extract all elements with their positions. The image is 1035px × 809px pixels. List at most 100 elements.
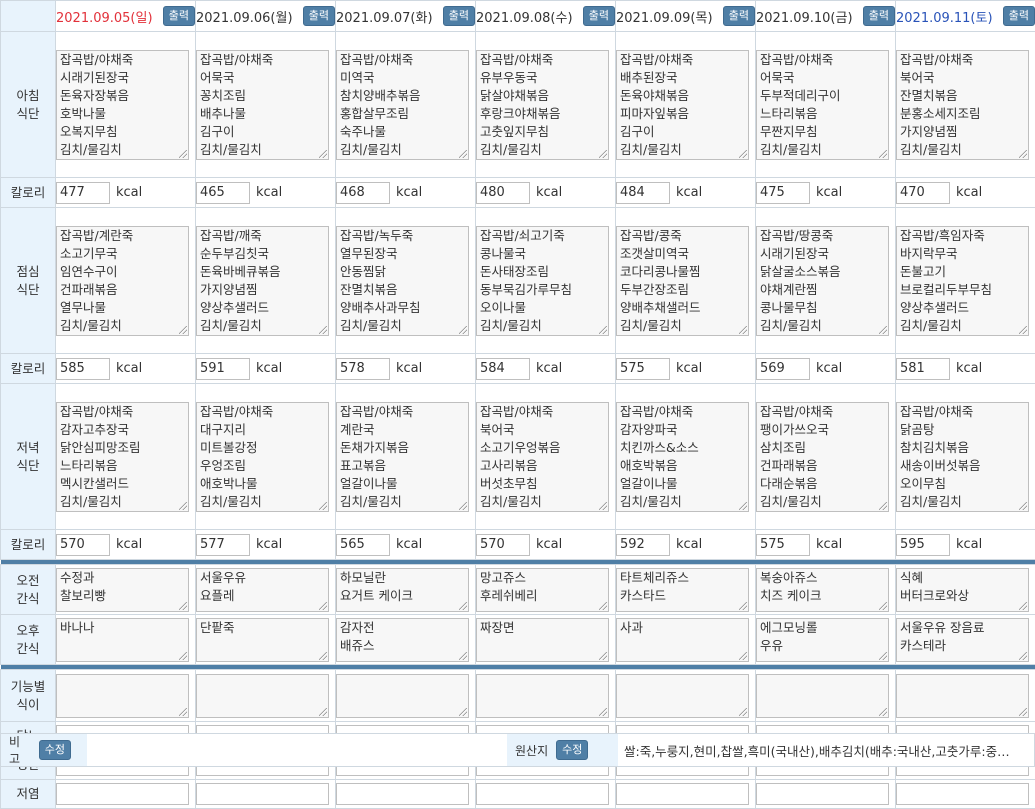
lunch-kcal-input[interactable]: 591: [196, 358, 250, 380]
breakfast-menu-textarea[interactable]: 잡곡밥/야채죽 시래기된장국 돈육자장볶음 호박나물 오복지무침 김치/물김치: [56, 50, 189, 160]
resize-grip-icon[interactable]: [459, 652, 467, 660]
dinner-kcal-input[interactable]: 575: [756, 534, 810, 556]
functional-diet-textarea[interactable]: [756, 674, 889, 718]
dinner-kcal-input[interactable]: 570: [476, 534, 530, 556]
am-snack-textarea[interactable]: 식혜 버터크로와상: [896, 568, 1029, 612]
resize-grip-icon[interactable]: [1019, 652, 1027, 660]
dinner-kcal-input[interactable]: 577: [196, 534, 250, 556]
resize-grip-icon[interactable]: [1019, 602, 1027, 610]
lunch-menu-textarea[interactable]: 잡곡밥/깨죽 순두부김칫국 돈육바베큐볶음 가지양념찜 양상추샐러드 김치/물김…: [196, 226, 329, 336]
resize-grip-icon[interactable]: [599, 150, 607, 158]
resize-grip-icon[interactable]: [319, 708, 327, 716]
breakfast-kcal-input[interactable]: 480: [476, 182, 530, 204]
breakfast-kcal-input[interactable]: 470: [896, 182, 950, 204]
am-snack-textarea[interactable]: 서울우유 요플레: [196, 568, 329, 612]
resize-grip-icon[interactable]: [179, 708, 187, 716]
functional-diet-textarea[interactable]: [896, 674, 1029, 718]
am-snack-textarea[interactable]: 수정과 찰보리빵: [56, 568, 189, 612]
resize-grip-icon[interactable]: [179, 602, 187, 610]
functional-diet-textarea[interactable]: [56, 674, 189, 718]
resize-grip-icon[interactable]: [1019, 502, 1027, 510]
low-salt-input[interactable]: [896, 783, 1029, 805]
functional-diet-textarea[interactable]: [196, 674, 329, 718]
resize-grip-icon[interactable]: [739, 602, 747, 610]
dinner-menu-textarea[interactable]: 잡곡밥/야채죽 대구지리 미트볼강정 우엉조림 애호박나물 김치/물김치: [196, 402, 329, 512]
remarks-edit-button[interactable]: 수정: [39, 740, 71, 760]
lunch-kcal-input[interactable]: 581: [896, 358, 950, 380]
resize-grip-icon[interactable]: [179, 502, 187, 510]
breakfast-menu-textarea[interactable]: 잡곡밥/야채죽 배추된장국 돈육야채볶음 피마자잎볶음 김구이 김치/물김치: [616, 50, 749, 160]
print-button[interactable]: 출력: [303, 6, 335, 26]
print-button[interactable]: 출력: [863, 6, 895, 26]
print-button[interactable]: 출력: [443, 6, 475, 26]
resize-grip-icon[interactable]: [459, 708, 467, 716]
resize-grip-icon[interactable]: [319, 502, 327, 510]
resize-grip-icon[interactable]: [879, 708, 887, 716]
origin-edit-button[interactable]: 수정: [556, 740, 588, 760]
print-button[interactable]: 출력: [1003, 6, 1035, 26]
breakfast-menu-textarea[interactable]: 잡곡밥/야채죽 북어국 잔멸치볶음 분홍소세지조림 가지양념찜 김치/물김치: [896, 50, 1029, 160]
lunch-kcal-input[interactable]: 584: [476, 358, 530, 380]
resize-grip-icon[interactable]: [739, 652, 747, 660]
functional-diet-textarea[interactable]: [336, 674, 469, 718]
breakfast-kcal-input[interactable]: 477: [56, 182, 110, 204]
pm-snack-textarea[interactable]: 감자전 배쥬스: [336, 618, 469, 662]
functional-diet-textarea[interactable]: [476, 674, 609, 718]
breakfast-kcal-input[interactable]: 465: [196, 182, 250, 204]
functional-diet-textarea[interactable]: [616, 674, 749, 718]
resize-grip-icon[interactable]: [1019, 326, 1027, 334]
resize-grip-icon[interactable]: [739, 326, 747, 334]
print-button[interactable]: 출력: [163, 6, 195, 26]
am-snack-textarea[interactable]: 망고쥬스 후레쉬베리: [476, 568, 609, 612]
low-salt-input[interactable]: [196, 783, 329, 805]
breakfast-menu-textarea[interactable]: 잡곡밥/야채죽 미역국 참치양배추볶음 홍합살무조림 숙주나물 김치/물김치: [336, 50, 469, 160]
low-salt-input[interactable]: [56, 783, 189, 805]
pm-snack-textarea[interactable]: 바나나: [56, 618, 189, 662]
breakfast-kcal-input[interactable]: 468: [336, 182, 390, 204]
breakfast-menu-textarea[interactable]: 잡곡밥/야채죽 어묵국 꽁치조림 배추나물 김구이 김치/물김치: [196, 50, 329, 160]
lunch-kcal-input[interactable]: 578: [336, 358, 390, 380]
resize-grip-icon[interactable]: [879, 150, 887, 158]
lunch-kcal-input[interactable]: 585: [56, 358, 110, 380]
low-salt-input[interactable]: [336, 783, 469, 805]
dinner-menu-textarea[interactable]: 잡곡밥/야채죽 닭곰탕 참치김치볶음 새송이버섯볶음 오이무침 김치/물김치: [896, 402, 1029, 512]
lunch-kcal-input[interactable]: 569: [756, 358, 810, 380]
breakfast-kcal-input[interactable]: 484: [616, 182, 670, 204]
low-salt-input[interactable]: [756, 783, 889, 805]
resize-grip-icon[interactable]: [459, 602, 467, 610]
low-salt-input[interactable]: [476, 783, 609, 805]
dinner-menu-textarea[interactable]: 잡곡밥/야채죽 팽이가쓰오국 삼치조림 건파래볶음 다래순볶음 김치/물김치: [756, 402, 889, 512]
resize-grip-icon[interactable]: [179, 652, 187, 660]
remarks-value[interactable]: [87, 734, 507, 766]
resize-grip-icon[interactable]: [459, 326, 467, 334]
resize-grip-icon[interactable]: [599, 602, 607, 610]
dinner-kcal-input[interactable]: 570: [56, 534, 110, 556]
resize-grip-icon[interactable]: [179, 150, 187, 158]
resize-grip-icon[interactable]: [739, 502, 747, 510]
lunch-menu-textarea[interactable]: 잡곡밥/녹두죽 열무된장국 안동찜닭 잔멸치볶음 양배추사과무침 김치/물김치: [336, 226, 469, 336]
dinner-menu-textarea[interactable]: 잡곡밥/야채죽 감자고추장국 닭안심피망조림 느타리볶음 멕시칸샐러드 김치/물…: [56, 402, 189, 512]
dinner-menu-textarea[interactable]: 잡곡밥/야채죽 계란국 돈채가지볶음 표고볶음 얼갈이나물 김치/물김치: [336, 402, 469, 512]
lunch-kcal-input[interactable]: 575: [616, 358, 670, 380]
am-snack-textarea[interactable]: 복숭아쥬스 치즈 케이크: [756, 568, 889, 612]
resize-grip-icon[interactable]: [1019, 150, 1027, 158]
pm-snack-textarea[interactable]: 짜장면: [476, 618, 609, 662]
print-button[interactable]: 출력: [583, 6, 615, 26]
dinner-kcal-input[interactable]: 592: [616, 534, 670, 556]
resize-grip-icon[interactable]: [599, 708, 607, 716]
lunch-menu-textarea[interactable]: 잡곡밥/땅콩죽 시래기된장국 닭살굴소스볶음 야채계란찜 콩나물무침 김치/물김…: [756, 226, 889, 336]
dinner-kcal-input[interactable]: 595: [896, 534, 950, 556]
lunch-menu-textarea[interactable]: 잡곡밥/콩죽 조갯살미역국 코다리콩나물찜 두부간장조림 양배추채샐러드 김치/…: [616, 226, 749, 336]
lunch-menu-textarea[interactable]: 잡곡밥/쇠고기죽 콩나물국 돈사태장조림 동부묵김가루무침 오이나물 김치/물김…: [476, 226, 609, 336]
breakfast-menu-textarea[interactable]: 잡곡밥/야채죽 유부우동국 닭살야채볶음 후랑크야채볶음 고춧잎지무침 김치/물…: [476, 50, 609, 160]
lunch-menu-textarea[interactable]: 잡곡밥/흑임자죽 바지락무국 돈불고기 브로컬리두부무침 양상추샐러드 김치/물…: [896, 226, 1029, 336]
pm-snack-textarea[interactable]: 단팥죽: [196, 618, 329, 662]
lunch-menu-textarea[interactable]: 잡곡밥/계란죽 소고기무국 임연수구이 건파래볶음 열무나물 김치/물김치: [56, 226, 189, 336]
pm-snack-textarea[interactable]: 서울우유 장음료 카스테라: [896, 618, 1029, 662]
resize-grip-icon[interactable]: [879, 502, 887, 510]
resize-grip-icon[interactable]: [879, 326, 887, 334]
resize-grip-icon[interactable]: [599, 652, 607, 660]
pm-snack-textarea[interactable]: 사과: [616, 618, 749, 662]
resize-grip-icon[interactable]: [879, 602, 887, 610]
resize-grip-icon[interactable]: [319, 150, 327, 158]
